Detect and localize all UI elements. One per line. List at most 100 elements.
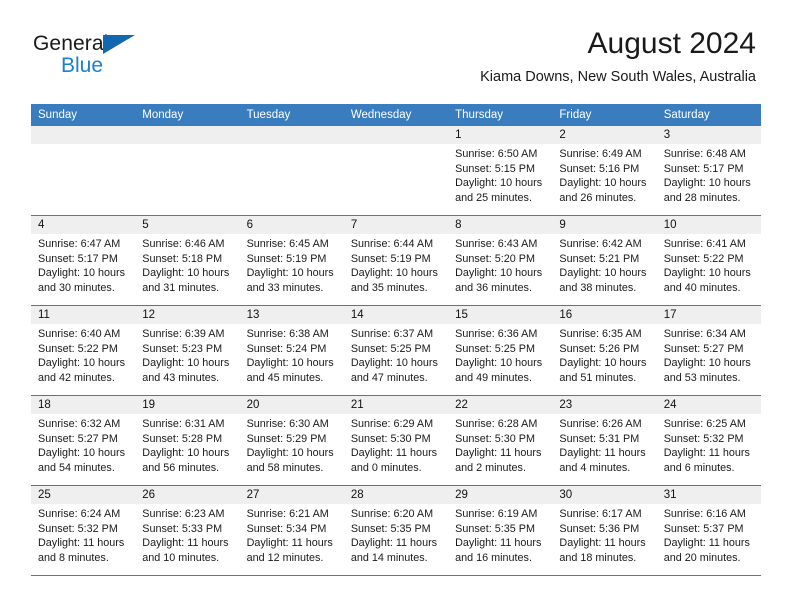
day-cell-23[interactable]: 23 Sunrise: 6:26 AM Sunset: 5:31 PM Dayligh… (552, 396, 657, 485)
day-cell-21[interactable]: 21 Sunrise: 6:29 AM Sunset: 5:30 PM Dayligh… (343, 396, 449, 485)
day-number: 25 (31, 486, 136, 504)
sunset-text: Sunset: 5:15 PM (455, 162, 535, 175)
sunset-text: Sunset: 5:24 PM (246, 342, 327, 355)
day-cell-3[interactable]: 3 Sunrise: 6:48 AM Sunset: 5:17 PM Daylight… (656, 126, 761, 215)
daylight-text: and 26 minutes. (559, 191, 637, 204)
sunrise-text: Sunrise: 6:39 AM (142, 328, 225, 340)
sunrise-text: Sunrise: 6:43 AM (455, 238, 538, 250)
day-cell-7[interactable]: 7 Sunrise: 6:44 AM Sunset: 5:19 PM Daylight… (343, 216, 449, 305)
day-number: 8 (448, 216, 553, 234)
sunrise-text: Sunrise: 6:44 AM (350, 238, 434, 250)
day-cell-14[interactable]: 14 Sunrise: 6:37 AM Sunset: 5:25 PM Dayligh… (343, 306, 449, 395)
day-cell-11[interactable]: 11 Sunrise: 6:40 AM Sunset: 5:22 PM Dayligh… (31, 306, 136, 395)
day-number: 10 (656, 216, 761, 234)
daylight-text: Daylight: 10 hours (38, 447, 126, 460)
day-cell-15[interactable]: 15 Sunrise: 6:36 AM Sunset: 5:25 PM Dayligh… (448, 306, 553, 395)
daylight-text: and 25 minutes. (455, 191, 532, 204)
day-sun-info: Sunrise: 6:24 AM Sunset: 5:32 PM Daylight:… (31, 504, 135, 565)
daylight-text: Daylight: 10 hours (246, 447, 334, 460)
sunrise-text: Sunrise: 6:23 AM (142, 508, 225, 520)
day-cell-29[interactable]: 29 Sunrise: 6:19 AM Sunset: 5:35 PM Dayligh… (448, 486, 553, 575)
sunrise-text: Sunrise: 6:20 AM (350, 508, 434, 520)
day-sun-info: Sunrise: 6:43 AM Sunset: 5:20 PM Daylight:… (448, 234, 552, 295)
day-cell-1[interactable]: 1 Sunrise: 6:50 AM Sunset: 5:15 PM Daylight… (448, 126, 553, 215)
day-sun-info: Sunrise: 6:36 AM Sunset: 5:25 PM Daylight:… (448, 324, 552, 385)
day-sun-info: Sunrise: 6:39 AM Sunset: 5:23 PM Daylight:… (135, 324, 239, 385)
day-cell-9[interactable]: 9 Sunrise: 6:42 AM Sunset: 5:21 PM Daylight… (552, 216, 657, 305)
day-sun-info: Sunrise: 6:38 AM Sunset: 5:24 PM Daylight:… (240, 324, 344, 385)
day-cell-6[interactable]: 6 Sunrise: 6:45 AM Sunset: 5:19 PM Daylight… (239, 216, 344, 305)
daylight-text: and 6 minutes. (663, 461, 735, 474)
daylight-text: Daylight: 11 hours (350, 447, 438, 460)
day-cell-18[interactable]: 18 Sunrise: 6:32 AM Sunset: 5:27 PM Dayligh… (31, 396, 136, 485)
sunset-text: Sunset: 5:20 PM (455, 252, 535, 265)
day-cell-20[interactable]: 20 Sunrise: 6:30 AM Sunset: 5:29 PM Dayligh… (239, 396, 344, 485)
daylight-text: Daylight: 10 hours (559, 177, 647, 190)
sunset-text: Sunset: 5:22 PM (663, 252, 744, 265)
day-cell-22[interactable]: 22 Sunrise: 6:28 AM Sunset: 5:30 PM Dayligh… (448, 396, 553, 485)
day-cell-12[interactable]: 12 Sunrise: 6:39 AM Sunset: 5:23 PM Dayligh… (135, 306, 240, 395)
day-cell-13[interactable]: 13 Sunrise: 6:38 AM Sunset: 5:24 PM Dayligh… (239, 306, 344, 395)
day-number: 12 (135, 306, 240, 324)
sunrise-text: Sunrise: 6:50 AM (455, 148, 538, 160)
day-number: 3 (656, 126, 761, 144)
day-sun-info: Sunrise: 6:46 AM Sunset: 5:18 PM Daylight:… (135, 234, 239, 295)
page-header: General Blue August 2024 Kiama Downs, Ne… (0, 0, 792, 104)
day-cell-28[interactable]: 28 Sunrise: 6:20 AM Sunset: 5:35 PM Dayligh… (343, 486, 449, 575)
day-number: 11 (31, 306, 136, 324)
sunset-text: Sunset: 5:32 PM (38, 522, 118, 535)
day-cell-24[interactable]: 24 Sunrise: 6:25 AM Sunset: 5:32 PM Dayligh… (656, 396, 761, 485)
sunset-text: Sunset: 5:30 PM (455, 432, 535, 445)
sunrise-text: Sunrise: 6:46 AM (142, 238, 225, 250)
day-cell-30[interactable]: 30 Sunrise: 6:17 AM Sunset: 5:36 PM Dayligh… (552, 486, 657, 575)
day-sun-info: Sunrise: 6:31 AM Sunset: 5:28 PM Daylight:… (135, 414, 239, 475)
day-cell-25[interactable]: 25 Sunrise: 6:24 AM Sunset: 5:32 PM Dayligh… (31, 486, 136, 575)
sunset-text: Sunset: 5:21 PM (559, 252, 640, 265)
day-number: 31 (656, 486, 761, 504)
day-cell-26[interactable]: 26 Sunrise: 6:23 AM Sunset: 5:33 PM Dayligh… (135, 486, 240, 575)
daylight-text: and 20 minutes. (663, 551, 741, 564)
day-number: 27 (239, 486, 344, 504)
page-subtitle: Kiama Downs, New South Wales, Australia (480, 69, 756, 85)
day-number: 16 (552, 306, 657, 324)
logo-triangle-icon (103, 35, 135, 54)
day-cell-10[interactable]: 10 Sunrise: 6:41 AM Sunset: 5:22 PM Dayligh… (656, 216, 761, 305)
daylight-text: and 33 minutes. (246, 281, 324, 294)
day-number: 23 (552, 396, 657, 414)
daylight-text: and 30 minutes. (38, 281, 115, 294)
day-number: 24 (656, 396, 761, 414)
day-sun-info: Sunrise: 6:19 AM Sunset: 5:35 PM Daylight:… (448, 504, 552, 565)
weekday-header-thursday: Thursday (455, 109, 504, 121)
sunset-text: Sunset: 5:16 PM (559, 162, 640, 175)
day-sun-info: Sunrise: 6:29 AM Sunset: 5:30 PM Daylight:… (344, 414, 448, 475)
page-title: August 2024 (587, 27, 756, 60)
day-cell-17[interactable]: 17 Sunrise: 6:34 AM Sunset: 5:27 PM Dayligh… (656, 306, 761, 395)
sunset-text: Sunset: 5:19 PM (350, 252, 431, 265)
day-number: 14 (343, 306, 449, 324)
sunset-text: Sunset: 5:28 PM (142, 432, 223, 445)
day-cell-27[interactable]: 27 Sunrise: 6:21 AM Sunset: 5:34 PM Dayligh… (239, 486, 344, 575)
day-cell-2[interactable]: 2 Sunrise: 6:49 AM Sunset: 5:16 PM Daylight… (552, 126, 657, 215)
day-cell-31[interactable]: 31 Sunrise: 6:16 AM Sunset: 5:37 PM Dayligh… (656, 486, 761, 575)
weekday-header-tuesday: Tuesday (246, 109, 291, 121)
daylight-text: and 54 minutes. (38, 461, 115, 474)
day-number: 29 (448, 486, 553, 504)
sunrise-text: Sunrise: 6:41 AM (663, 238, 746, 250)
day-cell-16[interactable]: 16 Sunrise: 6:35 AM Sunset: 5:26 PM Dayligh… (552, 306, 657, 395)
weekday-header-sunday: Sunday (38, 109, 78, 121)
generalblue-logo[interactable]: General Blue (33, 32, 233, 86)
day-number: 15 (448, 306, 553, 324)
calendar-week-row: 25 Sunrise: 6:24 AM Sunset: 5:32 PM Dayligh… (31, 486, 761, 576)
daylight-text: and 58 minutes. (246, 461, 324, 474)
daylight-text: and 14 minutes. (350, 551, 428, 564)
day-sun-info: Sunrise: 6:42 AM Sunset: 5:21 PM Daylight:… (552, 234, 656, 295)
day-cell-5[interactable]: 5 Sunrise: 6:46 AM Sunset: 5:18 PM Daylight… (135, 216, 240, 305)
sunrise-text: Sunrise: 6:34 AM (663, 328, 746, 340)
day-cell-8[interactable]: 8 Sunrise: 6:43 AM Sunset: 5:20 PM Daylight… (448, 216, 553, 305)
daylight-text: Daylight: 10 hours (38, 357, 126, 370)
sunset-text: Sunset: 5:35 PM (350, 522, 431, 535)
day-cell-4[interactable]: 4 Sunrise: 6:47 AM Sunset: 5:17 PM Daylight… (31, 216, 136, 305)
day-number: 9 (552, 216, 657, 234)
daylight-text: Daylight: 11 hours (142, 537, 229, 550)
day-cell-19[interactable]: 19 Sunrise: 6:31 AM Sunset: 5:28 PM Dayligh… (135, 396, 240, 485)
